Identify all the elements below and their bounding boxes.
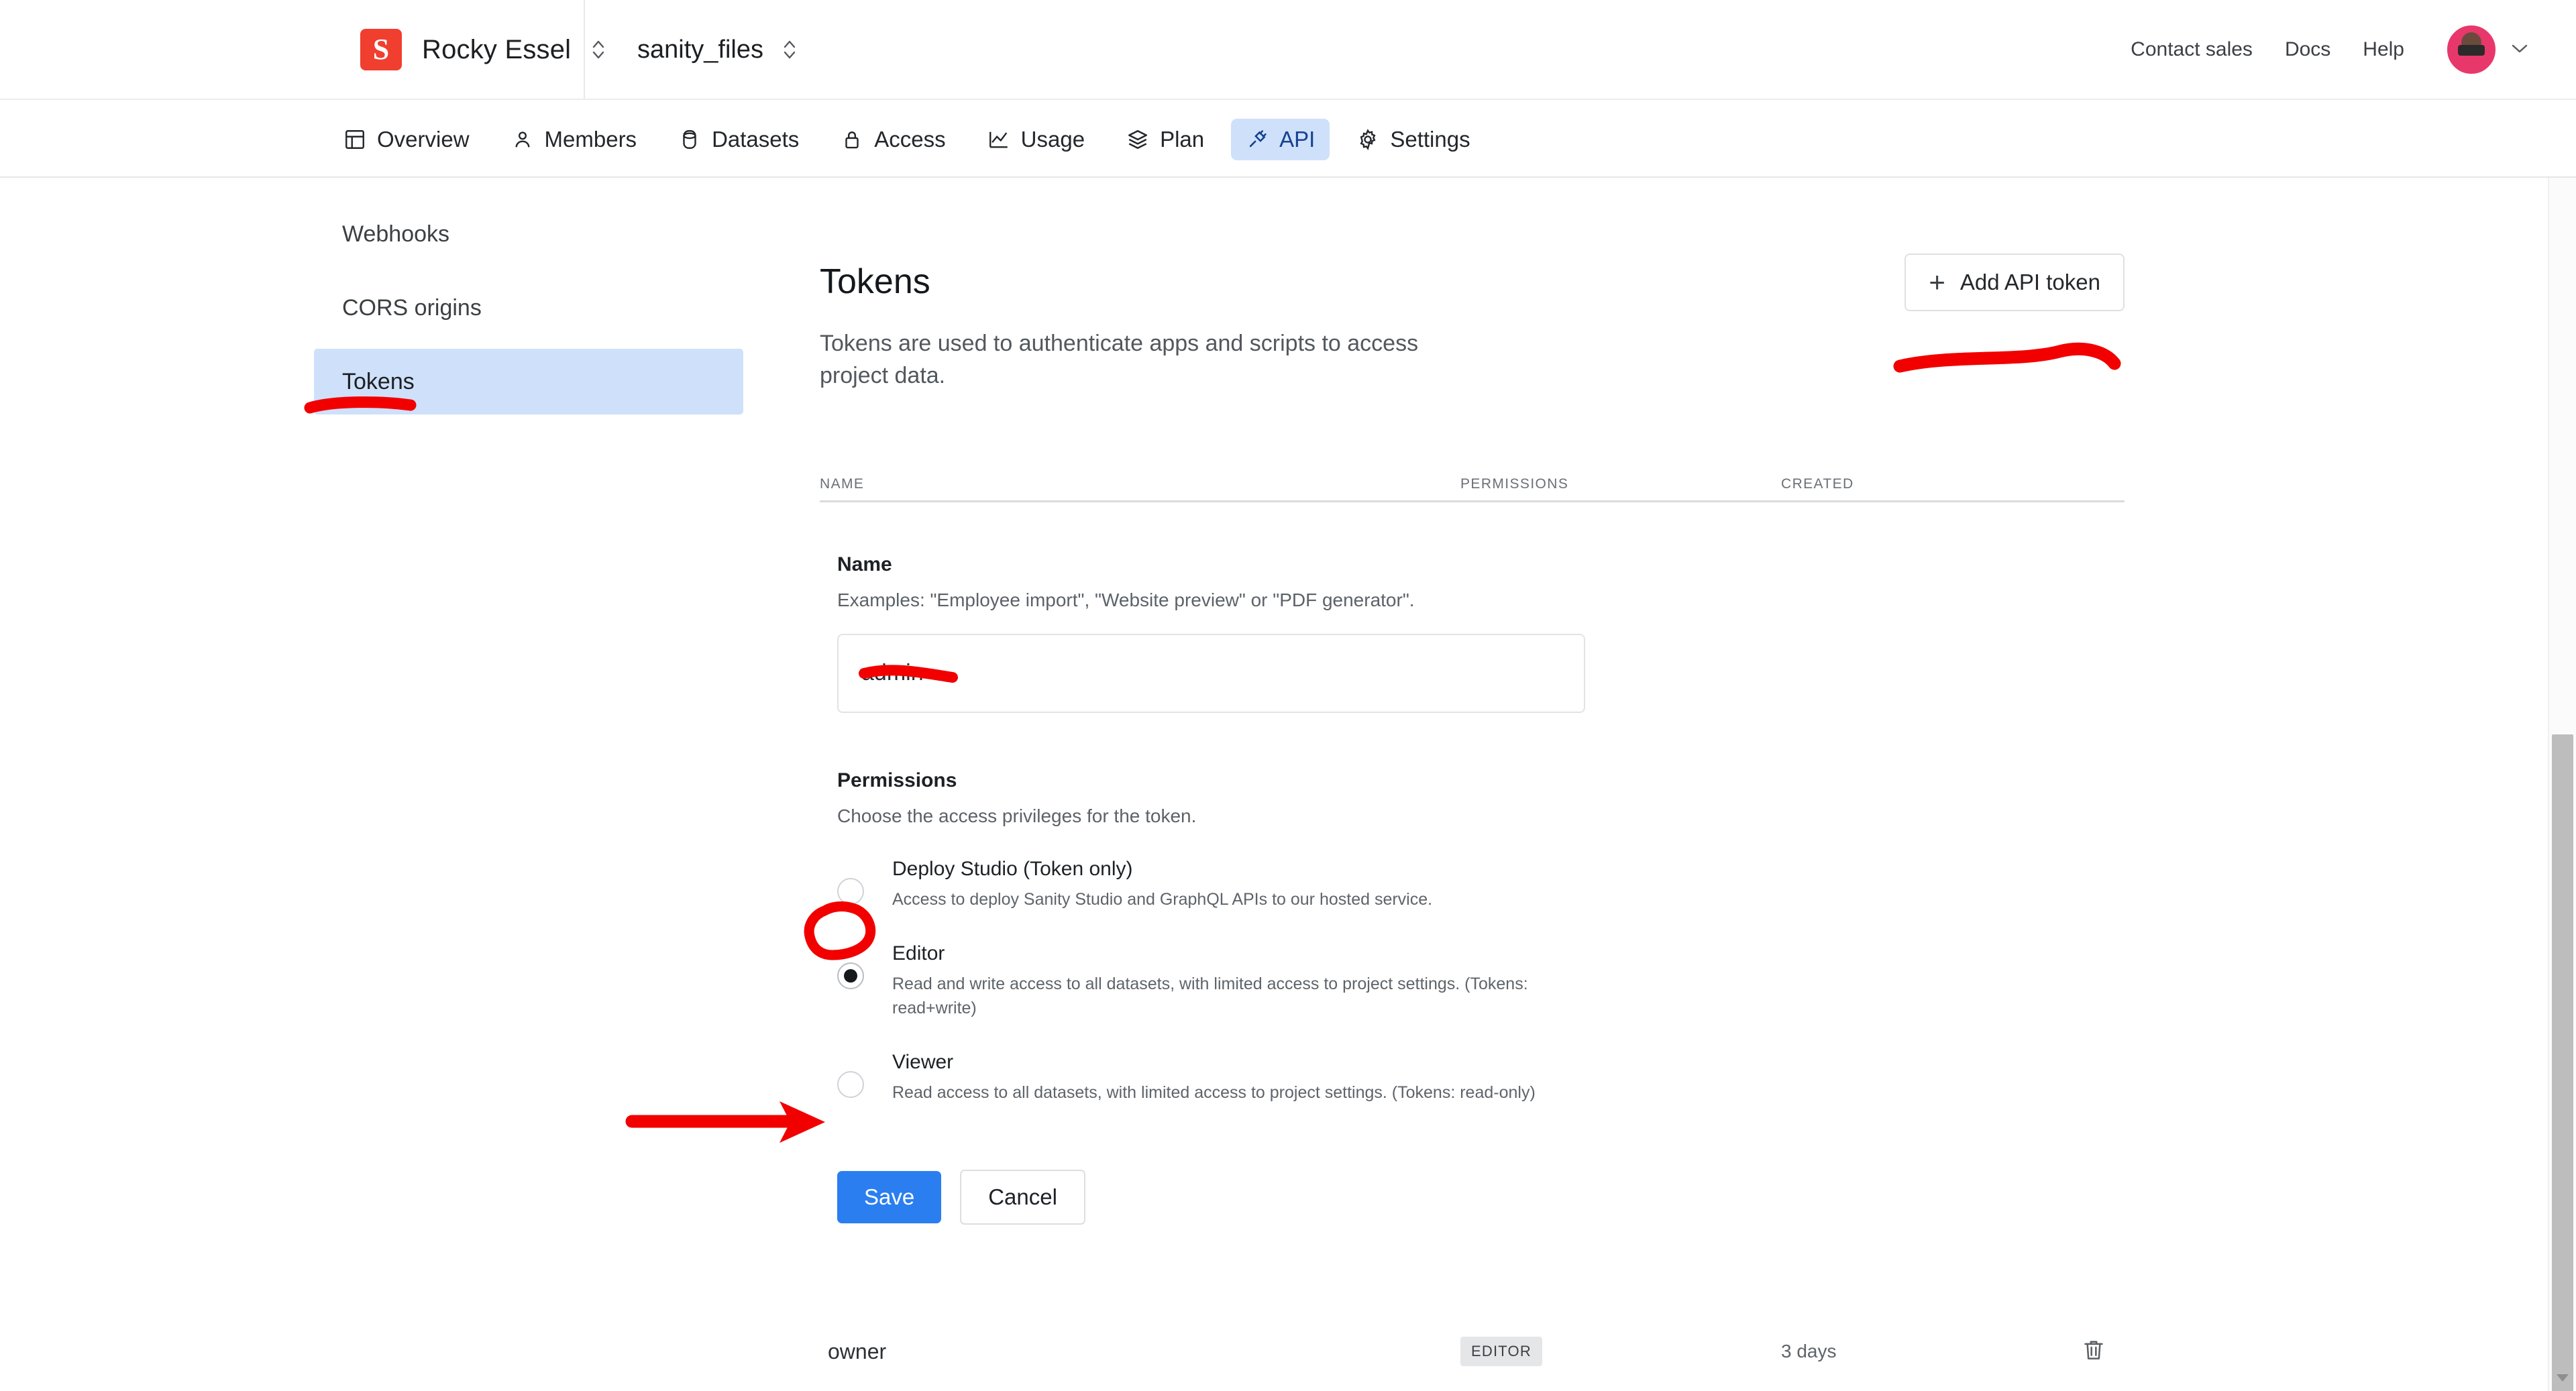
table-row: owner EDITOR 3 days [820, 1309, 2125, 1391]
layers-icon [1126, 128, 1149, 151]
tab-label: Plan [1160, 126, 1205, 152]
token-created-cell: 3 days [1781, 1341, 1837, 1362]
token-name-input[interactable]: admin [837, 633, 1585, 713]
sidebar-item-cors-origins[interactable]: CORS origins [314, 275, 743, 341]
chart-icon [987, 128, 1010, 151]
radio-title: Viewer [892, 1051, 954, 1074]
nav-bottom-border [0, 176, 2576, 178]
tokens-panel: Tokens Tokens are used to authenticate a… [820, 254, 2125, 1391]
header-right-actions: Contact sales Docs Help [2131, 0, 2529, 99]
scroll-down-arrow-icon[interactable] [2557, 1374, 2569, 1382]
radio-description: Read access to all datasets, with limite… [892, 1083, 1536, 1103]
radio-button-editor[interactable] [837, 962, 864, 989]
column-header-name: NAME [820, 476, 865, 492]
radio-option-deploy-studio[interactable]: Deploy Studio (Token only) Access to dep… [837, 858, 2125, 911]
permissions-section: Permissions Choose the access privileges… [837, 769, 2125, 1105]
form-actions: Save Cancel [837, 1169, 2125, 1225]
annotation-arrow-to-save [625, 1101, 825, 1143]
sidebar-item-label: Tokens [342, 368, 415, 394]
grid-icon [343, 128, 366, 151]
primary-nav: Overview Members Datasets Access Usage P… [0, 101, 2576, 178]
chevron-updown-icon[interactable] [782, 38, 797, 61]
tokens-table-header: NAME PERMISSIONS CREATED [820, 465, 2125, 502]
contact-sales-link[interactable]: Contact sales [2131, 38, 2253, 61]
tab-overview[interactable]: Overview [329, 119, 484, 160]
users-icon [511, 128, 534, 151]
column-header-permissions: PERMISSIONS [1460, 476, 1569, 492]
token-permission-cell: EDITOR [1460, 1337, 1781, 1367]
tab-label: Datasets [712, 126, 800, 152]
sidebar-item-label: CORS origins [342, 294, 482, 321]
status-badge: EDITOR [1460, 1337, 1542, 1367]
tab-api[interactable]: API [1231, 118, 1330, 160]
radio-button-viewer[interactable] [837, 1071, 864, 1099]
sidebar-item-tokens[interactable]: Tokens [314, 349, 743, 414]
radio-button-deploy-studio[interactable] [837, 877, 864, 905]
plug-icon [1246, 128, 1269, 151]
page-description: Tokens are used to authenticate apps and… [820, 331, 1419, 389]
save-button[interactable]: Save [837, 1170, 942, 1223]
org-switcher[interactable]: S Rocky Essel [360, 23, 606, 76]
tab-members[interactable]: Members [496, 119, 652, 160]
org-name-label: Rocky Essel [422, 34, 572, 64]
tab-label: Members [544, 126, 637, 152]
tab-label: API [1279, 126, 1316, 152]
permissions-label: Permissions [837, 769, 957, 791]
radio-title: Editor [892, 942, 945, 964]
scrollbar-thumb[interactable] [2552, 734, 2573, 1391]
database-icon [678, 128, 701, 151]
sanity-logo-icon[interactable]: S [360, 29, 402, 70]
radio-description: Read and write access to all datasets, w… [892, 974, 1528, 1018]
tab-label: Settings [1390, 126, 1470, 152]
tab-access[interactable]: Access [826, 119, 960, 160]
plus-icon: + [1929, 266, 1945, 298]
tab-label: Overview [377, 126, 470, 152]
cancel-button[interactable]: Cancel [960, 1169, 1085, 1225]
api-sidebar: Webhooks CORS origins Tokens [314, 201, 743, 423]
new-token-form: Name Examples: "Employee import", "Websi… [820, 553, 2125, 1225]
vertical-scrollbar[interactable] [2548, 178, 2576, 1391]
name-field-label: Name [837, 553, 892, 575]
tab-usage[interactable]: Usage [973, 119, 1099, 160]
chevron-down-icon[interactable] [2510, 42, 2529, 58]
user-menu[interactable] [2447, 25, 2529, 74]
radio-description: Access to deploy Sanity Studio and Graph… [892, 889, 1433, 909]
permissions-hint: Choose the access privileges for the tok… [837, 805, 1197, 826]
radio-title: Deploy Studio (Token only) [892, 857, 1133, 880]
chevron-updown-icon[interactable] [591, 38, 606, 61]
lock-icon [841, 128, 863, 151]
add-api-token-button[interactable]: + Add API token [1904, 254, 2125, 311]
radio-option-viewer[interactable]: Viewer Read access to all datasets, with… [837, 1051, 2125, 1105]
logo-letter: S [372, 33, 390, 66]
help-link[interactable]: Help [2363, 38, 2404, 61]
docs-link[interactable]: Docs [2285, 38, 2330, 61]
project-name-label: sanity_files [637, 35, 763, 64]
token-name-cell: owner [828, 1339, 887, 1364]
tab-label: Access [874, 126, 946, 152]
gear-icon [1356, 128, 1379, 151]
token-name-value: admin [861, 660, 924, 686]
name-field-hint: Examples: "Employee import", "Website pr… [837, 589, 1415, 610]
tab-settings[interactable]: Settings [1342, 119, 1485, 160]
radio-option-editor[interactable]: Editor Read and write access to all data… [837, 942, 2125, 1021]
tab-plan[interactable]: Plan [1112, 119, 1219, 160]
project-switcher[interactable]: sanity_files [637, 23, 797, 76]
sidebar-item-label: Webhooks [342, 221, 450, 247]
sidebar-item-webhooks[interactable]: Webhooks [314, 201, 743, 267]
tab-datasets[interactable]: Datasets [663, 119, 814, 160]
app-window: S Rocky Essel sanity_files Contact sales… [0, 0, 2576, 1391]
avatar[interactable] [2447, 25, 2496, 74]
trash-icon[interactable] [2080, 1337, 2107, 1367]
token-delete-cell [2063, 1337, 2125, 1367]
column-header-created: CREATED [1781, 476, 1854, 492]
tab-label: Usage [1020, 126, 1085, 152]
add-api-token-label: Add API token [1960, 270, 2100, 294]
